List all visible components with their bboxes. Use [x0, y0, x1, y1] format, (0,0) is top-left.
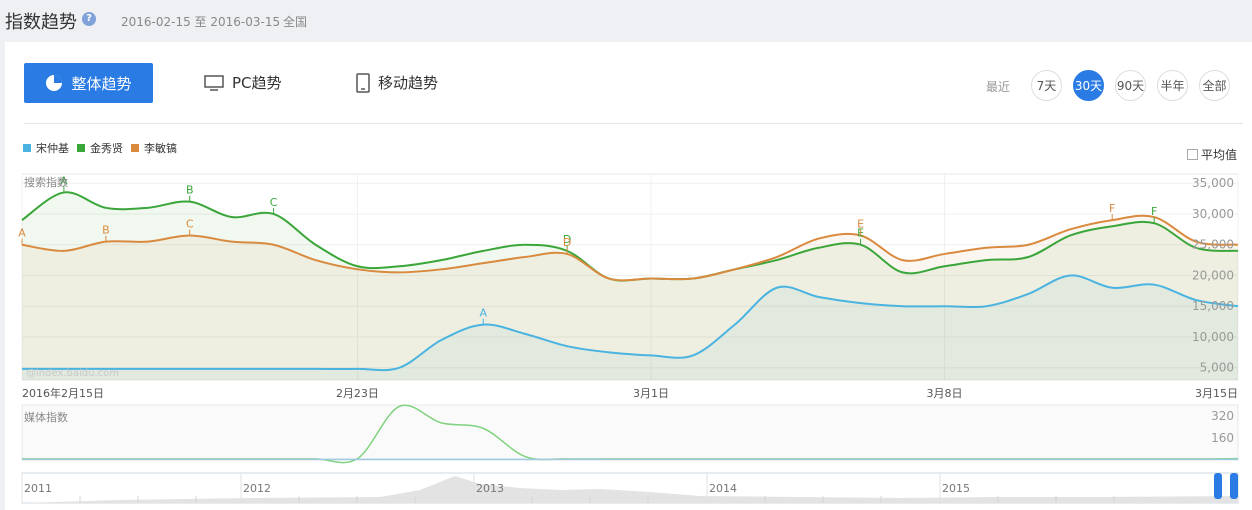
timeline-year-label: 2011	[24, 482, 52, 495]
trend-charts: ABCDEFABCDEFA 搜索指数 @index.baidu.com 35,0…	[18, 173, 1239, 504]
chart-watermark: @index.baidu.com	[26, 368, 119, 379]
annotation-label: D	[563, 236, 571, 249]
media-chart-frame	[21, 404, 1239, 461]
timeline-year-label: 2015	[942, 482, 970, 495]
x-tick-label: 2016年2月15日	[22, 386, 104, 400]
timeline-year-label: 2012	[243, 482, 271, 495]
annotation-label: A	[479, 307, 487, 320]
annotation-label: B	[186, 184, 194, 197]
x-tick-label: 2月23日	[336, 387, 379, 400]
y-tick-label: 35,000	[1192, 176, 1234, 190]
y-tick-label: 25,000	[1192, 238, 1234, 252]
y-tick-label: 15,000	[1192, 299, 1234, 313]
y-tick-label: 320	[1211, 409, 1234, 423]
y-tick-label: 30,000	[1192, 207, 1234, 221]
media-chart-title: 媒体指数	[24, 410, 68, 424]
annotation-label: C	[186, 217, 194, 230]
search-chart-x-ticks: 2016年2月15日 2月23日 3月1日 3月8日 3月15日	[22, 386, 1238, 400]
x-tick-label: 3月8日	[926, 387, 962, 400]
annotation-label: E	[857, 217, 864, 230]
timeline-right-handle[interactable]	[1230, 473, 1238, 499]
annotation-label: F	[1151, 205, 1157, 218]
annotation-label: F	[1109, 202, 1115, 215]
annotation-label: C	[270, 196, 278, 209]
x-tick-label: 3月1日	[633, 387, 669, 400]
annotation-label: A	[18, 227, 26, 240]
y-tick-label: 10,000	[1192, 330, 1234, 344]
y-tick-label: 160	[1211, 431, 1234, 445]
x-tick-label: 3月15日	[1195, 387, 1238, 400]
y-tick-label: 5,000	[1200, 361, 1234, 375]
y-tick-label: 20,000	[1192, 268, 1234, 282]
annotation-label: B	[102, 224, 110, 237]
timeline-year-label: 2014	[709, 482, 737, 495]
timeline-year-label: 2013	[476, 482, 504, 495]
timeline-left-handle[interactable]	[1214, 473, 1222, 499]
search-chart-title: 搜索指数	[24, 175, 68, 189]
